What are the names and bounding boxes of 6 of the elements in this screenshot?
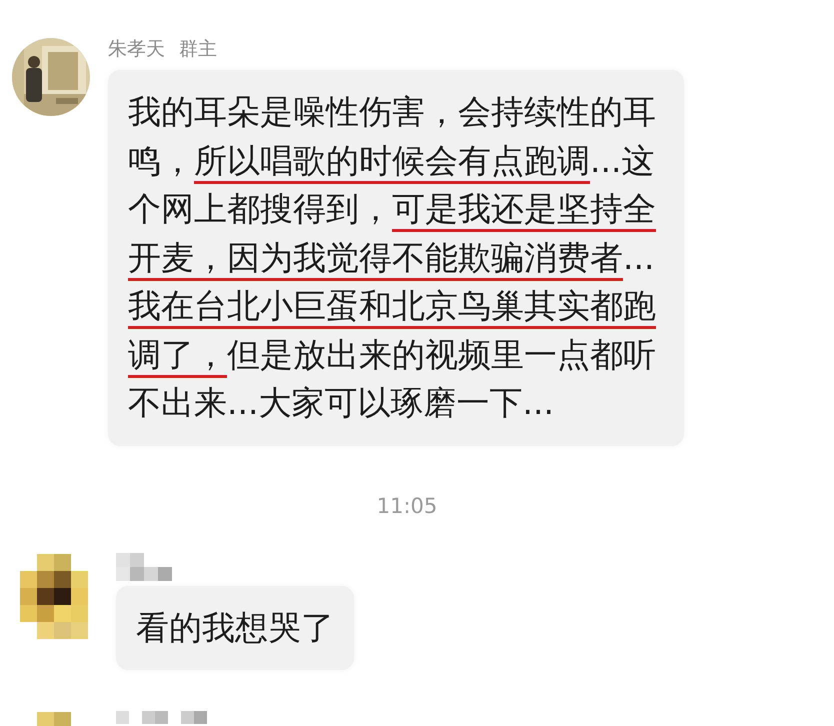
timestamp: 11:05 xyxy=(376,494,438,518)
group-owner-label: 群主 xyxy=(179,37,217,62)
pixelated-name xyxy=(116,552,172,580)
message-bubble: 我的耳朵是噪性伤害，会持续性的耳鸣，所以唱歌的时候会有点跑调...这个网上都搜得到，可是我还是坚持全开麦，因为我觉得不能欺骗消费者... 我在台北小巨蛋和北京鸟巢其实都跑调了，但是放出来的视频里一点都听不出来...大家可以琢磨一下... xyxy=(108,70,684,446)
message-bubble: 看的我想哭了 xyxy=(116,586,354,670)
sender-name: 朱孝天 xyxy=(108,37,165,62)
